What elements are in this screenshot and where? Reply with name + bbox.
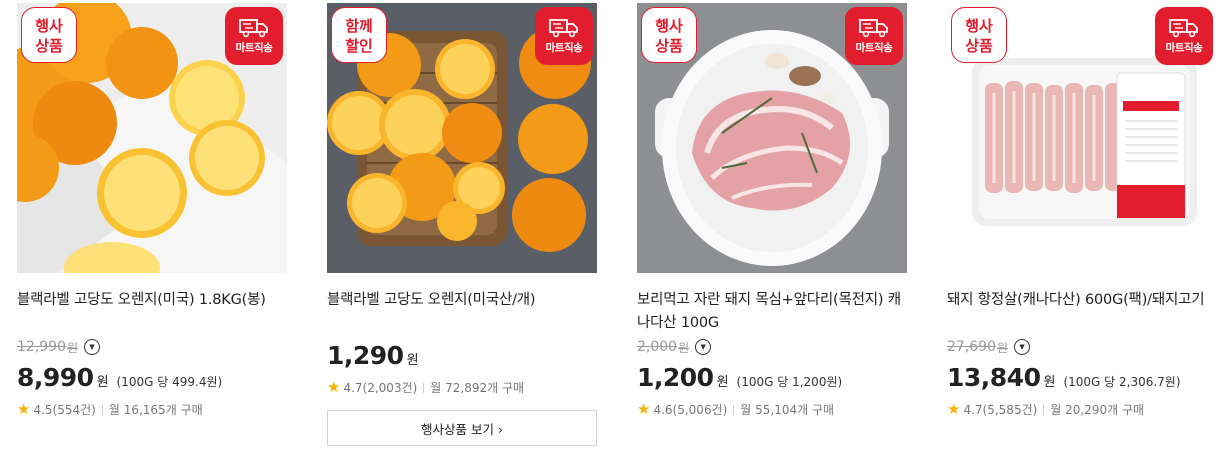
product-image-pork-jowl[interactable]: 행사 상품 마트직송 <box>947 3 1217 273</box>
divider <box>101 404 103 415</box>
delivery-truck-icon <box>859 18 888 37</box>
original-price-row: 2,000 원 ▼ <box>637 337 907 357</box>
sale-price: 1,290 <box>327 341 404 370</box>
mart-delivery-badge: 마트직송 <box>1155 7 1213 65</box>
product-title[interactable]: 블랙라벨 고당도 오렌지(미국) 1.8KG(봉) <box>17 289 287 335</box>
product-card[interactable]: 행사 상품 마트직송 보리먹고 자란 돼지 목심+앞다리(목전지) 캐나다산 1… <box>637 3 907 418</box>
rating-row: ★ 4.7(5,585건) 월 20,290개 구매 <box>947 401 1217 418</box>
mart-delivery-badge: 마트직송 <box>225 7 283 65</box>
event-badge: 함께 할인 <box>331 7 387 63</box>
original-price-row: 27,690 원 ▼ <box>947 337 1217 357</box>
price-row: 1,200 원 (100G 당 1,200원) <box>637 363 907 393</box>
price-won: 원 <box>96 375 109 390</box>
sale-price: 8,990 <box>17 363 94 392</box>
chevron-down-circle-icon[interactable]: ▼ <box>1014 339 1031 355</box>
rating-text: 4.7(5,585건) <box>963 403 1038 417</box>
monthly-sales: 월 20,290개 구매 <box>1050 403 1145 417</box>
price-won: 원 <box>716 375 729 390</box>
unit-price: (100G 당 1,200원) <box>736 375 843 389</box>
rating-row: ★ 4.6(5,006건) 월 55,104개 구매 <box>637 401 907 418</box>
price-won: 원 <box>1043 375 1056 390</box>
mart-delivery-label: 마트직송 <box>235 41 273 54</box>
delivery-truck-icon <box>549 18 578 37</box>
product-title[interactable]: 돼지 항정살(캐나다산) 600G(팩)/돼지고기 <box>947 289 1217 335</box>
divider <box>733 404 735 415</box>
mart-delivery-label: 마트직송 <box>855 41 893 54</box>
sale-price: 13,840 <box>947 363 1041 392</box>
original-price-won: 원 <box>997 340 1009 355</box>
product-card[interactable]: 함께 할인 마트직송 블랙라벨 고당도 오렌지(미국산/개) 1,290 원 ★… <box>327 3 597 446</box>
product-title[interactable]: 보리먹고 자란 돼지 목심+앞다리(목전지) 캐나다산 100G <box>637 289 907 335</box>
star-icon: ★ <box>947 400 961 418</box>
event-badge: 행사 상품 <box>641 7 697 63</box>
mart-delivery-label: 마트직송 <box>545 41 583 54</box>
sale-price: 1,200 <box>637 363 714 392</box>
mart-delivery-label: 마트직송 <box>1165 41 1203 54</box>
divider <box>1043 404 1045 415</box>
unit-price: (100G 당 499.4원) <box>116 375 223 389</box>
price-row: 1,290 원 <box>327 341 597 371</box>
rating-text: 4.6(5,006건) <box>653 403 728 417</box>
chevron-down-circle-icon[interactable]: ▼ <box>84 339 101 355</box>
delivery-truck-icon <box>1169 18 1198 37</box>
product-title[interactable]: 블랙라벨 고당도 오렌지(미국산/개) <box>327 289 597 335</box>
product-card[interactable]: 행사 상품 마트직송 블랙라벨 고당도 오렌지(미국) 1.8KG(봉) 12,… <box>17 3 287 418</box>
event-badge: 행사 상품 <box>21 7 77 63</box>
price-won: 원 <box>406 353 419 368</box>
price-row: 8,990 원 (100G 당 499.4원) <box>17 363 287 393</box>
price-row: 13,840 원 (100G 당 2,306.7원) <box>947 363 1217 393</box>
view-event-products-button[interactable]: 행사상품 보기 › <box>327 410 597 446</box>
chevron-down-circle-icon[interactable]: ▼ <box>695 339 712 355</box>
delivery-truck-icon <box>239 18 268 37</box>
monthly-sales: 월 55,104개 구매 <box>740 403 835 417</box>
unit-price: (100G 당 2,306.7원) <box>1063 375 1181 389</box>
event-badge: 행사 상품 <box>951 7 1007 63</box>
original-price: 27,690 <box>947 339 996 355</box>
divider <box>423 382 425 393</box>
mart-delivery-badge: 마트직송 <box>845 7 903 65</box>
original-price: 12,990 <box>17 339 66 355</box>
star-icon: ★ <box>327 378 341 396</box>
rating-row: ★ 4.5(554건) 월 16,165개 구매 <box>17 401 287 418</box>
star-icon: ★ <box>637 400 651 418</box>
original-price: 2,000 <box>637 339 678 355</box>
rating-row: ★ 4.7(2,003건) 월 72,892개 구매 <box>327 379 597 396</box>
product-card[interactable]: 행사 상품 마트직송 돼지 항정살(캐나다산) 600G(팩)/돼지고기 27,… <box>947 3 1217 418</box>
rating-text: 4.5(554건) <box>33 403 96 417</box>
rating-text: 4.7(2,003건) <box>343 381 418 395</box>
star-icon: ★ <box>17 400 31 418</box>
product-image-pork-shoulder[interactable]: 행사 상품 마트직송 <box>637 3 907 273</box>
original-price-won: 원 <box>67 340 79 355</box>
original-price-row: 12,990 원 ▼ <box>17 337 287 357</box>
product-image-orange-basket[interactable]: 함께 할인 마트직송 <box>327 3 597 273</box>
mart-delivery-badge: 마트직송 <box>535 7 593 65</box>
original-price-won: 원 <box>678 340 690 355</box>
product-image-orange-bag[interactable]: 행사 상품 마트직송 <box>17 3 287 273</box>
monthly-sales: 월 16,165개 구매 <box>108 403 203 417</box>
monthly-sales: 월 72,892개 구매 <box>430 381 525 395</box>
